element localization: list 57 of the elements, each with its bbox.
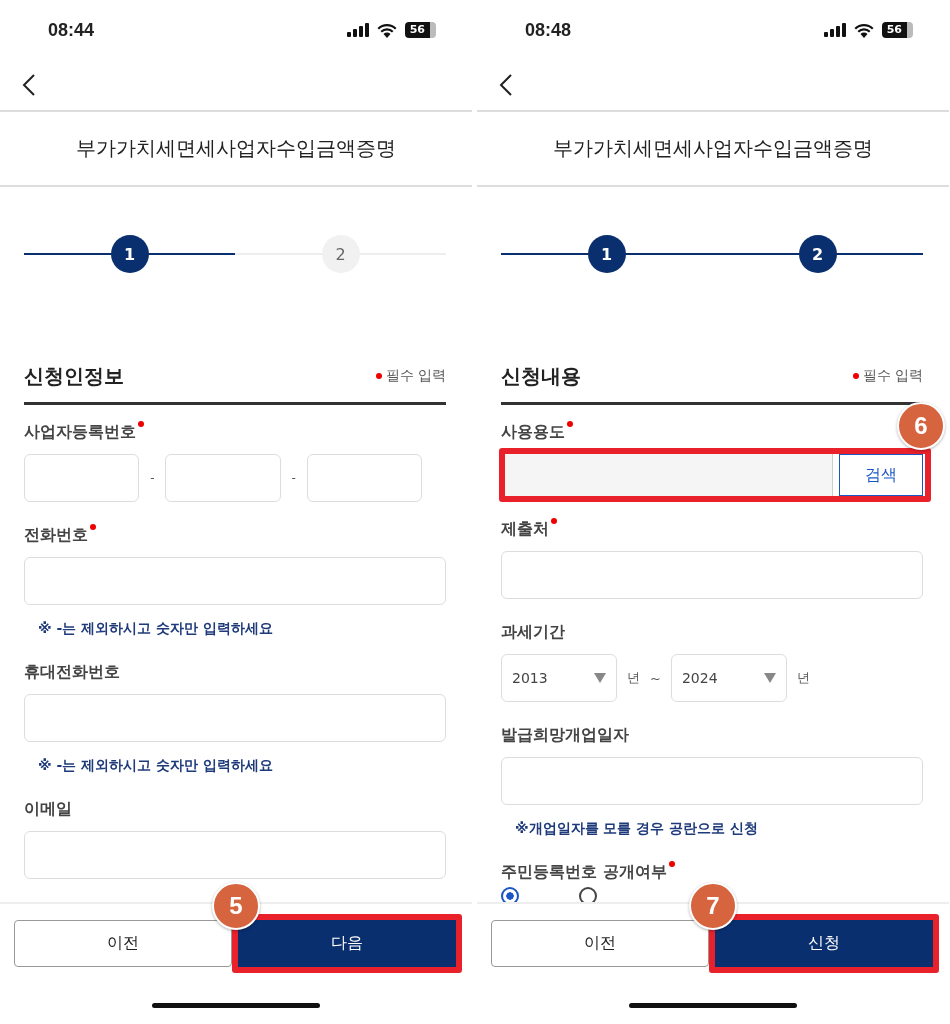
unit-label: 년 [627, 669, 640, 687]
field-label: 휴대전화번호 [24, 661, 121, 683]
year-select[interactable]: 2024 [670, 654, 787, 702]
required-note: 필수 입력 [375, 367, 446, 385]
input-field[interactable] [24, 557, 446, 605]
status-time: 08:44 [48, 19, 95, 41]
page-title: 부가가치세면세사업자수입금액증명 [76, 135, 396, 162]
step-badge: 6 [897, 402, 945, 450]
hint-text: ※개업일자를 모를 경우 공란으로 신청 [514, 819, 760, 838]
step-indicator: 2 [798, 235, 837, 273]
hint-text: ※ -는 제외하시고 숫자만 입력하세요 [37, 756, 274, 775]
field-label: 이메일 [24, 798, 73, 820]
status-time: 08:48 [525, 19, 572, 41]
previous-button[interactable]: 이전 [491, 920, 709, 967]
year-select[interactable]: 2013 [501, 654, 617, 702]
input-field[interactable] [24, 454, 140, 502]
required-note: 필수 입력 [852, 367, 923, 385]
next-button[interactable]: 신청 [715, 920, 933, 967]
hint-text: ※ -는 제외하시고 숫자만 입력하세요 [37, 619, 274, 638]
input-field[interactable] [501, 551, 923, 599]
wifi-icon [853, 22, 874, 38]
input-field[interactable] [24, 694, 446, 742]
battery-icon: 56 [404, 22, 436, 38]
input-field[interactable] [165, 454, 281, 502]
field-label: 주민등록번호 공개여부 [501, 861, 675, 883]
battery-icon: 56 [881, 22, 913, 38]
field-label: 전화번호 [24, 524, 96, 546]
field-label: 제출처 [501, 518, 557, 540]
separator-dash: - [290, 471, 297, 485]
unit-label: 년 [796, 669, 810, 687]
input-field[interactable] [24, 831, 446, 879]
radio-button[interactable] [579, 887, 597, 902]
field-label: 과세기간 [501, 621, 566, 643]
field-label: 사업자등록번호 [24, 421, 144, 443]
next-button[interactable]: 다음 [238, 920, 456, 967]
step-badge: 5 [212, 882, 260, 930]
search-button[interactable]: 검색 [839, 454, 923, 496]
step-indicator: 1 [110, 235, 149, 273]
field-label: 발급희망개업일자 [501, 724, 630, 746]
range-tilde: ~ [650, 670, 661, 686]
signal-icon [346, 23, 369, 37]
section-title: 신청인정보 [24, 363, 124, 390]
step-indicator: 1 [587, 235, 626, 273]
input-field[interactable] [306, 454, 422, 502]
radio-button[interactable] [501, 887, 519, 902]
previous-button[interactable]: 이전 [14, 920, 232, 967]
page-title: 부가가치세면세사업자수입금액증명 [553, 135, 873, 162]
field-label: 사용용도 [501, 421, 573, 443]
step-indicator: 2 [321, 235, 360, 273]
section-title: 신청내용 [501, 363, 581, 390]
step-badge: 7 [689, 882, 737, 930]
signal-icon [823, 23, 846, 37]
back-icon[interactable] [499, 73, 513, 97]
separator-dash: - [149, 471, 156, 485]
back-icon[interactable] [22, 73, 36, 97]
wifi-icon [376, 22, 397, 38]
input-field[interactable] [501, 757, 923, 805]
